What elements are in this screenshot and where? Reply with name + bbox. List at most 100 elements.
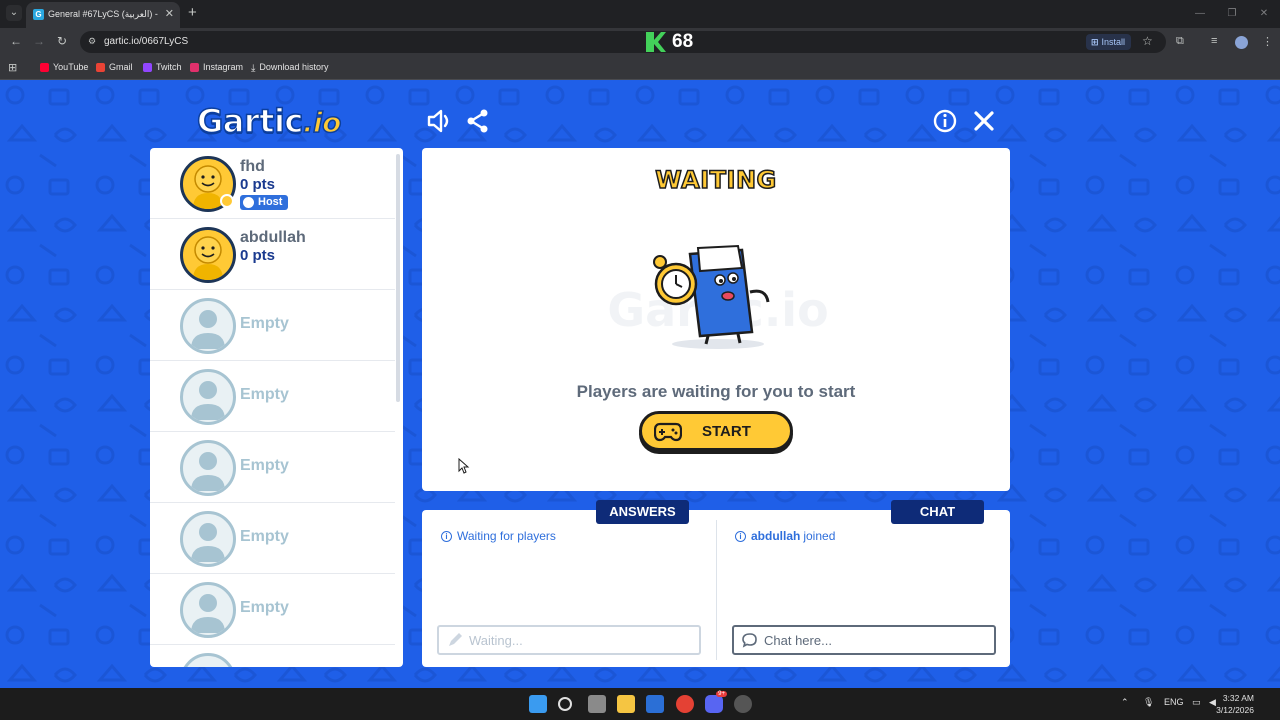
minimize-icon[interactable]: — bbox=[1184, 0, 1216, 28]
empty-avatar-icon bbox=[180, 511, 236, 567]
file-explorer-icon[interactable] bbox=[617, 695, 635, 713]
waiting-panel: WAITING Gartic.io Players are waiting fo… bbox=[422, 148, 1010, 491]
menu-icon[interactable]: ⋮ bbox=[1262, 35, 1273, 48]
apps-icon[interactable]: ⊞ bbox=[8, 61, 17, 74]
gartic-page: Gartic.io fhd 0 pts Host abdullah 0 pts … bbox=[0, 80, 1280, 688]
language-indicator[interactable]: ENG bbox=[1164, 697, 1184, 707]
twitch-icon bbox=[143, 62, 152, 72]
tab-search-icon[interactable]: ⌄ bbox=[6, 5, 22, 21]
host-badge-label: Host bbox=[258, 196, 283, 208]
logo-text: Gartic bbox=[196, 101, 304, 141]
player-row-host[interactable]: fhd 0 pts Host bbox=[150, 148, 395, 219]
empty-avatar-icon bbox=[180, 369, 236, 425]
empty-slot: Empty bbox=[150, 574, 395, 645]
media-icon[interactable]: ≡ bbox=[1211, 35, 1217, 47]
kick-logo-icon bbox=[646, 32, 666, 52]
start-label: START bbox=[702, 423, 751, 440]
chat-bubble-icon bbox=[742, 633, 757, 648]
player-row[interactable]: abdullah 0 pts bbox=[150, 219, 395, 290]
status-message: Players are waiting for you to start bbox=[576, 382, 856, 401]
chat-input[interactable]: Chat here... bbox=[732, 625, 996, 655]
answers-tab[interactable]: ANSWERS bbox=[596, 500, 689, 524]
task-view-icon[interactable] bbox=[588, 695, 606, 713]
reload-icon[interactable]: ↻ bbox=[57, 34, 67, 48]
share-icon[interactable] bbox=[465, 108, 491, 134]
close-window-icon[interactable]: ✕ bbox=[1248, 0, 1280, 28]
install-button[interactable]: ⊞ Install bbox=[1086, 34, 1132, 50]
bookmark-star-icon[interactable]: ☆ bbox=[1142, 34, 1153, 48]
close-tab-icon[interactable]: ✕ bbox=[165, 7, 174, 20]
panel-divider bbox=[716, 520, 717, 660]
empty-label: Empty bbox=[240, 386, 289, 403]
system-clock[interactable]: 3:32 AM 3/12/2026 bbox=[1216, 692, 1254, 716]
kick-extension-badge: 68 bbox=[646, 30, 693, 54]
empty-label: Empty bbox=[240, 528, 289, 545]
logo-suffix: .io bbox=[302, 105, 342, 140]
windows-taskbar: 9+ ⌃ 🎙 ENG ▭ ◀ 3:32 AM 3/12/2026 bbox=[0, 688, 1280, 720]
search-icon[interactable] bbox=[558, 697, 572, 711]
chat-tab[interactable]: CHAT bbox=[891, 500, 984, 524]
answers-info: i Waiting for players bbox=[441, 529, 556, 543]
info-circle-icon: i bbox=[441, 530, 452, 542]
start-menu-icon[interactable] bbox=[529, 695, 547, 713]
players-list: fhd 0 pts Host abdullah 0 pts Empty Empt… bbox=[150, 148, 403, 667]
start-button[interactable]: START bbox=[639, 411, 793, 451]
empty-avatar-icon bbox=[180, 653, 236, 667]
url-text: gartic.io/0667LyCS bbox=[104, 36, 189, 47]
chat-message-text: joined bbox=[803, 529, 836, 543]
site-info-icon[interactable]: ⚙ bbox=[88, 36, 99, 47]
discord-badge: 9+ bbox=[716, 691, 727, 697]
chat-placeholder: Chat here... bbox=[764, 633, 832, 648]
empty-slot bbox=[150, 645, 395, 667]
download-icon: ⤓ bbox=[251, 62, 256, 74]
install-label: Install bbox=[1101, 37, 1126, 47]
bookmark-label: Gmail bbox=[109, 62, 133, 72]
new-tab-icon[interactable]: + bbox=[188, 4, 197, 21]
mascot-clock-illustration: Gartic.io bbox=[607, 244, 829, 349]
microphone-icon[interactable]: 🎙 bbox=[1143, 697, 1154, 708]
store-icon[interactable] bbox=[646, 695, 664, 713]
player-name: fhd bbox=[240, 158, 265, 175]
back-icon[interactable]: ← bbox=[10, 34, 22, 48]
bookmark-label: Instagram bbox=[203, 62, 244, 72]
empty-slot: Empty bbox=[150, 361, 395, 432]
player-name: abdullah bbox=[240, 229, 306, 246]
players-scrollbar[interactable] bbox=[396, 154, 400, 402]
host-badge: Host bbox=[240, 195, 289, 210]
bookmark-gmail[interactable]: Gmail bbox=[96, 62, 133, 72]
close-icon[interactable] bbox=[971, 108, 997, 134]
host-icon bbox=[243, 197, 254, 208]
sound-icon[interactable] bbox=[426, 108, 452, 134]
youtube-icon bbox=[40, 62, 49, 72]
bookmark-twitch[interactable]: Twitch bbox=[143, 62, 182, 72]
discord-icon[interactable]: 9+ bbox=[705, 691, 727, 713]
install-icon: ⊞ bbox=[1091, 37, 1099, 47]
network-icon[interactable]: ▭ bbox=[1192, 697, 1201, 708]
bookmark-youtube[interactable]: YouTube bbox=[40, 62, 88, 72]
browser-toolbar: ← → ↻ ⚙ gartic.io/0667LyCS ⊞ Install ☆ 68… bbox=[0, 28, 1280, 56]
answers-info-text: Waiting for players bbox=[457, 529, 556, 543]
answer-input[interactable]: Waiting... bbox=[437, 625, 701, 655]
player-points: 0 pts bbox=[240, 247, 276, 264]
bookmark-label: Twitch bbox=[156, 62, 182, 72]
profile-avatar[interactable] bbox=[1235, 36, 1248, 49]
bookmark-download-history[interactable]: ⤓ Download history bbox=[251, 62, 328, 74]
gmail-icon bbox=[96, 62, 105, 72]
empty-avatar-icon bbox=[180, 298, 236, 354]
status-title: WAITING bbox=[655, 165, 777, 195]
empty-avatar-icon bbox=[180, 582, 236, 638]
tray-chevron-icon[interactable]: ⌃ bbox=[1121, 697, 1129, 708]
maximize-icon[interactable]: ❐ bbox=[1216, 0, 1248, 28]
address-bar[interactable]: ⚙ gartic.io/0667LyCS ⊞ Install ☆ bbox=[80, 31, 1166, 53]
kick-count: 68 bbox=[672, 31, 694, 52]
app-icon[interactable] bbox=[734, 695, 752, 713]
info-icon[interactable] bbox=[932, 108, 958, 134]
extensions-icon[interactable]: ⧉ bbox=[1176, 35, 1184, 48]
bookmark-instagram[interactable]: Instagram bbox=[190, 62, 243, 72]
empty-label: Empty bbox=[240, 315, 289, 332]
forward-icon[interactable]: → bbox=[33, 34, 45, 48]
chrome-icon[interactable] bbox=[676, 695, 694, 713]
active-tab[interactable]: G General #67LyCS (العربية) - Gar ✕ bbox=[26, 2, 180, 28]
volume-icon[interactable]: ◀ bbox=[1209, 697, 1216, 708]
gartic-logo[interactable]: Gartic.io bbox=[196, 101, 342, 141]
